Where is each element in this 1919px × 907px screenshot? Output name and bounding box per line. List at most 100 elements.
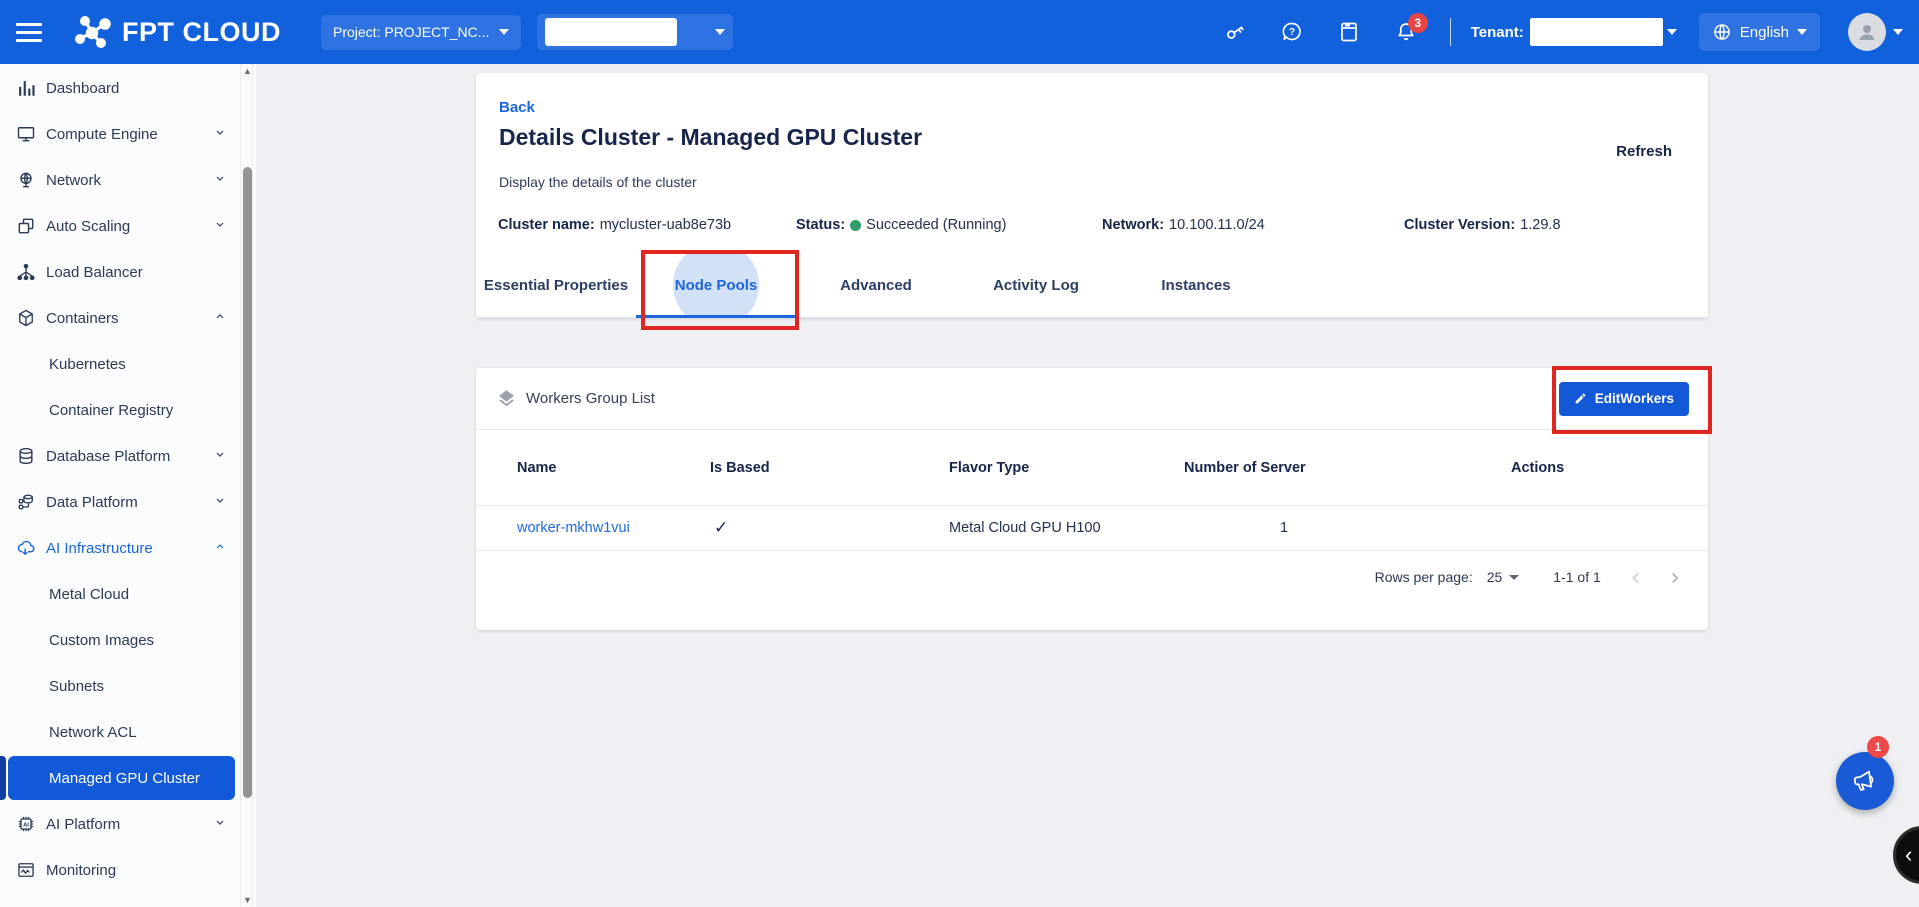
chevron-down-icon (1797, 29, 1807, 35)
chevron-down-icon (214, 172, 226, 189)
cluster-details-card: Back Details Cluster - Managed GPU Clust… (476, 73, 1708, 318)
announcements-fab[interactable] (1836, 752, 1894, 810)
language-selector[interactable]: English (1699, 13, 1820, 51)
tenant-label: Tenant: (1471, 24, 1524, 41)
megaphone-icon (1849, 765, 1881, 797)
monitoring-chart-icon (15, 859, 37, 881)
sidebar-item-label: Auto Scaling (46, 218, 130, 235)
sidebar-item-ai-platform[interactable]: AI AI Platform (0, 801, 256, 847)
brand-name: FPT CLOUD (122, 17, 281, 48)
workers-card-header: Workers Group List EditWorkers (476, 368, 1708, 430)
sidebar-item-label: Load Balancer (46, 264, 143, 281)
brand-logo[interactable]: FPT CLOUD (72, 11, 281, 53)
sidebar-item-compute-engine[interactable]: Compute Engine (0, 111, 256, 157)
sidebar-item-metal-cloud[interactable]: Metal Cloud (0, 571, 256, 617)
sidebar-item-auto-scaling[interactable]: Auto Scaling (0, 203, 256, 249)
sidebar-scrollbar[interactable]: ▲ ▼ (240, 64, 253, 907)
sidebar-item-load-balancer[interactable]: Load Balancer (0, 249, 256, 295)
monitor-icon (15, 123, 37, 145)
docs-icon[interactable] (1337, 20, 1361, 44)
chevron-down-icon (499, 29, 509, 35)
tab-instances[interactable]: Instances (1116, 252, 1276, 318)
language-label: English (1740, 24, 1789, 41)
user-avatar[interactable] (1848, 13, 1886, 51)
network-field: Network: 10.100.11.0/24 (1102, 217, 1265, 233)
edge-collapse-button[interactable]: ‹ (1893, 826, 1919, 884)
table-row: worker-mkhw1vui ✓ Metal Cloud GPU H100 1 (476, 506, 1708, 551)
top-navbar: FPT CLOUD Project: PROJECT_NC... ? (0, 0, 1919, 64)
ai-chip-icon: AI (15, 813, 37, 835)
details-tabs: Essential Properties Node Pools Advanced… (476, 252, 1708, 318)
next-page-button[interactable]: › (1670, 567, 1680, 587)
chevron-down-icon (214, 494, 226, 511)
sidebar-item-subnets[interactable]: Subnets (0, 663, 256, 709)
sidebar-item-label: Subnets (49, 678, 104, 695)
tab-advanced[interactable]: Advanced (796, 252, 956, 318)
navbar-divider (1450, 18, 1451, 46)
sidebar-item-label: Managed GPU Cluster (49, 770, 200, 787)
notification-badge: 3 (1408, 13, 1428, 33)
scroll-up-arrow-icon[interactable]: ▲ (241, 64, 254, 78)
cluster-version-field: Cluster Version: 1.29.8 (1404, 217, 1561, 233)
fab-badge: 1 (1867, 736, 1889, 758)
tab-activity-log[interactable]: Activity Log (956, 252, 1116, 318)
tenant-value-field[interactable] (1530, 18, 1663, 46)
sidebar-item-label: Dashboard (46, 80, 119, 97)
back-link[interactable]: Back (499, 99, 535, 116)
sidebar-item-containers[interactable]: Containers (0, 295, 256, 341)
number-of-server-value: 1 (1184, 520, 1490, 536)
sidebar-item-label: Kubernetes (49, 356, 126, 373)
pencil-icon (1574, 392, 1587, 405)
worker-name-link[interactable]: worker-mkhw1vui (517, 520, 630, 536)
chevron-down-icon[interactable] (715, 29, 725, 35)
sidebar-item-kubernetes[interactable]: Kubernetes (0, 341, 256, 387)
cluster-version-value: 1.29.8 (1520, 217, 1560, 233)
status-label: Status: (796, 217, 845, 233)
project-selector[interactable]: Project: PROJECT_NC... (321, 15, 521, 50)
scroll-down-arrow-icon[interactable]: ▼ (241, 893, 254, 907)
sidebar-item-label: Monitoring (46, 862, 116, 879)
chevron-down-icon (214, 448, 226, 465)
sidebar-item-network-acl[interactable]: Network ACL (0, 709, 256, 755)
search-input[interactable] (545, 18, 677, 46)
chevron-down-icon[interactable] (1667, 29, 1677, 35)
person-icon (1855, 20, 1879, 44)
workers-card-title: Workers Group List (496, 388, 655, 409)
database-icon (15, 445, 37, 467)
selected-indicator (0, 756, 6, 800)
hub-nodes-icon (15, 261, 37, 283)
bar-chart-icon (15, 77, 37, 99)
page-title: Details Cluster - Managed GPU Cluster (499, 124, 922, 151)
tab-essential-properties[interactable]: Essential Properties (476, 252, 636, 318)
sidebar-item-custom-images[interactable]: Custom Images (0, 617, 256, 663)
scrollbar-thumb[interactable] (243, 167, 252, 798)
api-key-icon[interactable] (1223, 20, 1247, 44)
sidebar-item-container-registry[interactable]: Container Registry (0, 387, 256, 433)
package-cube-icon (15, 307, 37, 329)
sidebar-item-database-platform[interactable]: Database Platform (0, 433, 256, 479)
chevron-down-icon[interactable] (1893, 29, 1903, 35)
workers-group-card: Workers Group List EditWorkers Name Is B… (476, 368, 1708, 630)
table-pagination: Rows per page: 25 1-1 of 1 ‹ › (476, 555, 1708, 599)
previous-page-button[interactable]: ‹ (1631, 567, 1641, 587)
hamburger-menu-icon[interactable] (16, 15, 50, 49)
sidebar-item-network[interactable]: Network (0, 157, 256, 203)
refresh-button[interactable]: Refresh (1616, 143, 1672, 160)
sidebar-item-dashboard[interactable]: Dashboard (0, 65, 256, 111)
data-stack-icon (15, 491, 37, 513)
rows-per-page-select[interactable]: 25 (1487, 569, 1520, 585)
edit-workers-button[interactable]: EditWorkers (1559, 382, 1689, 416)
sidebar-item-label: Custom Images (49, 632, 154, 649)
cluster-name-label: Cluster name: (498, 217, 595, 233)
sidebar-item-monitoring[interactable]: Monitoring (0, 847, 256, 893)
help-icon[interactable]: ? (1280, 20, 1304, 44)
notifications-bell-icon[interactable]: 3 (1394, 20, 1418, 44)
sidebar-item-managed-gpu-cluster[interactable]: Managed GPU Cluster (8, 756, 235, 800)
sidebar-item-ai-infrastructure[interactable]: AI Infrastructure (0, 525, 256, 571)
sidebar-item-data-platform[interactable]: Data Platform (0, 479, 256, 525)
tab-node-pools[interactable]: Node Pools (636, 252, 796, 318)
cloud-sync-icon (15, 537, 37, 559)
chevron-left-icon: ‹ (1905, 842, 1912, 868)
navbar-right: ? 3 Tenant: English (1190, 13, 1919, 51)
sidebar-item-label: Compute Engine (46, 126, 158, 143)
